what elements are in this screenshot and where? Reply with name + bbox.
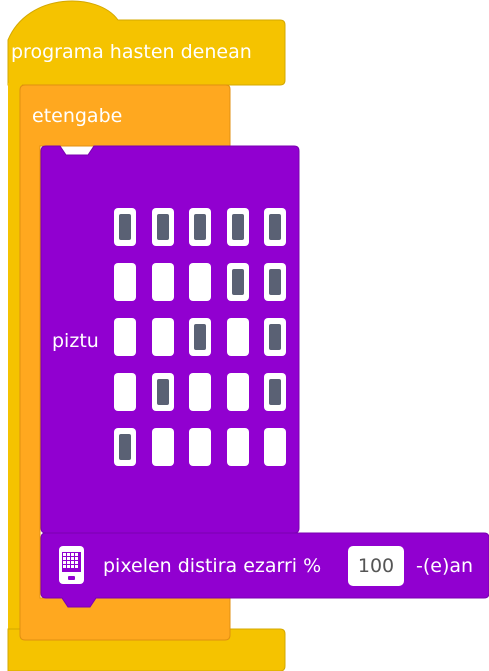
brightness-value-input[interactable]: 100 bbox=[348, 546, 404, 586]
led-4-3[interactable] bbox=[226, 428, 249, 466]
led-1-2[interactable] bbox=[189, 263, 211, 301]
forever-block-label: etengabe bbox=[32, 105, 123, 127]
led-4-1[interactable] bbox=[151, 428, 174, 466]
hat-block-label: programa hasten denean bbox=[11, 41, 252, 63]
led-3-3[interactable] bbox=[226, 373, 249, 411]
led-3-4[interactable] bbox=[264, 373, 286, 411]
led-2-3[interactable] bbox=[226, 318, 249, 356]
led-3-2[interactable] bbox=[189, 373, 211, 411]
led-3-0[interactable] bbox=[114, 373, 136, 411]
led-0-4[interactable] bbox=[264, 208, 286, 246]
brightness-label: pixelen distira ezarri % bbox=[103, 555, 322, 577]
brightness-suffix: -(e)an bbox=[416, 555, 474, 577]
led-matrix-icon bbox=[59, 546, 84, 584]
led-0-3[interactable] bbox=[226, 208, 249, 246]
led-4-4[interactable] bbox=[264, 428, 286, 466]
led-2-2[interactable] bbox=[189, 318, 211, 356]
led-grid bbox=[114, 208, 290, 474]
led-1-3[interactable] bbox=[226, 263, 249, 301]
led-2-0[interactable] bbox=[114, 318, 136, 356]
led-1-4[interactable] bbox=[264, 263, 286, 301]
led-0-2[interactable] bbox=[189, 208, 211, 246]
led-1-0[interactable] bbox=[114, 263, 136, 301]
led-3-1[interactable] bbox=[151, 373, 174, 411]
led-0-0[interactable] bbox=[114, 208, 136, 246]
led-2-4[interactable] bbox=[264, 318, 286, 356]
show-leds-label: piztu bbox=[52, 330, 99, 352]
led-0-1[interactable] bbox=[151, 208, 174, 246]
led-4-0[interactable] bbox=[114, 428, 136, 466]
led-1-1[interactable] bbox=[151, 263, 174, 301]
led-4-2[interactable] bbox=[189, 428, 211, 466]
led-2-1[interactable] bbox=[151, 318, 174, 356]
